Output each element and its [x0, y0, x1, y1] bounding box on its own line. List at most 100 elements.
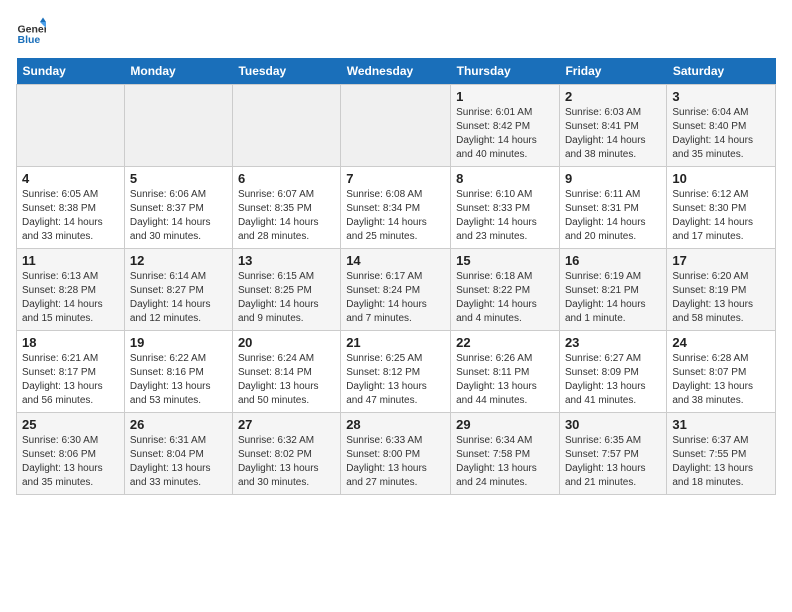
- day-info: Sunrise: 6:11 AM Sunset: 8:31 PM Dayligh…: [565, 188, 661, 244]
- calendar-cell: 15 Sunrise: 6:18 AM Sunset: 8:22 PM Dayli…: [451, 249, 560, 331]
- day-number: 4: [22, 171, 119, 186]
- calendar-cell: 7 Sunrise: 6:08 AM Sunset: 8:34 PM Daylig…: [341, 167, 451, 249]
- day-number: 23: [565, 335, 661, 350]
- day-info: Sunrise: 6:18 AM Sunset: 8:22 PM Dayligh…: [456, 270, 554, 326]
- calendar-cell: 3 Sunrise: 6:04 AM Sunset: 8:40 PM Daylig…: [667, 85, 776, 167]
- calendar-cell: 25 Sunrise: 6:30 AM Sunset: 8:06 PM Dayli…: [17, 413, 125, 495]
- day-info: Sunrise: 6:37 AM Sunset: 7:55 PM Dayligh…: [672, 434, 770, 490]
- day-info: Sunrise: 6:28 AM Sunset: 8:07 PM Dayligh…: [672, 352, 770, 408]
- calendar-cell: 31 Sunrise: 6:37 AM Sunset: 7:55 PM Dayli…: [667, 413, 776, 495]
- day-info: Sunrise: 6:14 AM Sunset: 8:27 PM Dayligh…: [130, 270, 227, 326]
- day-info: Sunrise: 6:34 AM Sunset: 7:58 PM Dayligh…: [456, 434, 554, 490]
- col-header-sunday: Sunday: [17, 58, 125, 85]
- day-info: Sunrise: 6:04 AM Sunset: 8:40 PM Dayligh…: [672, 106, 770, 162]
- day-number: 3: [672, 89, 770, 104]
- calendar-cell: 19Sunrise: 6:22 AM Sunset: 8:16 PM Dayli…: [124, 331, 232, 413]
- day-number: 13: [238, 253, 335, 268]
- day-number: 5: [130, 171, 227, 186]
- day-number: 2: [565, 89, 661, 104]
- day-info: Sunrise: 6:26 AM Sunset: 8:11 PM Dayligh…: [456, 352, 554, 408]
- logo: General Blue: [16, 16, 50, 46]
- day-number: 20: [238, 335, 335, 350]
- calendar-cell: 23 Sunrise: 6:27 AM Sunset: 8:09 PM Dayli…: [559, 331, 666, 413]
- day-number: 30: [565, 417, 661, 432]
- calendar-cell: 30 Sunrise: 6:35 AM Sunset: 7:57 PM Dayli…: [559, 413, 666, 495]
- day-number: 12: [130, 253, 227, 268]
- day-info: Sunrise: 6:06 AM Sunset: 8:37 PM Dayligh…: [130, 188, 227, 244]
- day-number: 10: [672, 171, 770, 186]
- day-number: 21: [346, 335, 445, 350]
- calendar-cell: 4 Sunrise: 6:05 AM Sunset: 8:38 PM Daylig…: [17, 167, 125, 249]
- calendar-cell: 11 Sunrise: 6:13 AM Sunset: 8:28 PM Dayli…: [17, 249, 125, 331]
- day-info: Sunrise: 6:10 AM Sunset: 8:33 PM Dayligh…: [456, 188, 554, 244]
- calendar-cell: 26 Sunrise: 6:31 AM Sunset: 8:04 PM Dayli…: [124, 413, 232, 495]
- day-number: 19: [130, 335, 227, 350]
- calendar-cell: [17, 85, 125, 167]
- day-number: 8: [456, 171, 554, 186]
- col-header-saturday: Saturday: [667, 58, 776, 85]
- day-info: Sunrise: 6:08 AM Sunset: 8:34 PM Dayligh…: [346, 188, 445, 244]
- day-number: 31: [672, 417, 770, 432]
- day-number: 27: [238, 417, 335, 432]
- day-info: Sunrise: 6:03 AM Sunset: 8:41 PM Dayligh…: [565, 106, 661, 162]
- calendar-cell: [341, 85, 451, 167]
- day-info: Sunrise: 6:32 AM Sunset: 8:02 PM Dayligh…: [238, 434, 335, 490]
- calendar-cell: 27 Sunrise: 6:32 AM Sunset: 8:02 PM Dayli…: [232, 413, 340, 495]
- day-info: Sunrise: 6:27 AM Sunset: 8:09 PM Dayligh…: [565, 352, 661, 408]
- day-info: Sunrise: 6:33 AM Sunset: 8:00 PM Dayligh…: [346, 434, 445, 490]
- day-info: Sunrise: 6:13 AM Sunset: 8:28 PM Dayligh…: [22, 270, 119, 326]
- day-number: 29: [456, 417, 554, 432]
- col-header-monday: Monday: [124, 58, 232, 85]
- calendar-cell: 18 Sunrise: 6:21 AM Sunset: 8:17 PM Dayli…: [17, 331, 125, 413]
- day-number: 22: [456, 335, 554, 350]
- calendar-cell: 29 Sunrise: 6:34 AM Sunset: 7:58 PM Dayli…: [451, 413, 560, 495]
- day-number: 24: [672, 335, 770, 350]
- page-header: General Blue: [16, 16, 776, 46]
- calendar-cell: 14 Sunrise: 6:17 AM Sunset: 8:24 PM Dayli…: [341, 249, 451, 331]
- calendar-cell: 13 Sunrise: 6:15 AM Sunset: 8:25 PM Dayli…: [232, 249, 340, 331]
- day-info: Sunrise: 6:19 AM Sunset: 8:21 PM Dayligh…: [565, 270, 661, 326]
- calendar-cell: [232, 85, 340, 167]
- svg-text:Blue: Blue: [18, 34, 41, 46]
- col-header-wednesday: Wednesday: [341, 58, 451, 85]
- day-number: 28: [346, 417, 445, 432]
- day-number: 15: [456, 253, 554, 268]
- day-info: Sunrise: 6:17 AM Sunset: 8:24 PM Dayligh…: [346, 270, 445, 326]
- day-info: Sunrise: 6:21 AM Sunset: 8:17 PM Dayligh…: [22, 352, 119, 408]
- day-number: 26: [130, 417, 227, 432]
- logo-icon: General Blue: [16, 16, 46, 46]
- day-number: 17: [672, 253, 770, 268]
- day-info: Sunrise: 6:31 AM Sunset: 8:04 PM Dayligh…: [130, 434, 227, 490]
- calendar-cell: 17 Sunrise: 6:20 AM Sunset: 8:19 PM Dayli…: [667, 249, 776, 331]
- day-info: Sunrise: 6:35 AM Sunset: 7:57 PM Dayligh…: [565, 434, 661, 490]
- day-number: 6: [238, 171, 335, 186]
- calendar-cell: 16 Sunrise: 6:19 AM Sunset: 8:21 PM Dayli…: [559, 249, 666, 331]
- calendar-cell: 24 Sunrise: 6:28 AM Sunset: 8:07 PM Dayli…: [667, 331, 776, 413]
- day-info: Sunrise: 6:20 AM Sunset: 8:19 PM Dayligh…: [672, 270, 770, 326]
- day-number: 7: [346, 171, 445, 186]
- day-number: 1: [456, 89, 554, 104]
- day-number: 16: [565, 253, 661, 268]
- day-info: Sunrise: 6:05 AM Sunset: 8:38 PM Dayligh…: [22, 188, 119, 244]
- calendar-cell: 10Sunrise: 6:12 AM Sunset: 8:30 PM Dayli…: [667, 167, 776, 249]
- day-info: Sunrise: 6:25 AM Sunset: 8:12 PM Dayligh…: [346, 352, 445, 408]
- calendar-cell: 22 Sunrise: 6:26 AM Sunset: 8:11 PM Dayli…: [451, 331, 560, 413]
- day-info: Sunrise: 6:24 AM Sunset: 8:14 PM Dayligh…: [238, 352, 335, 408]
- day-info: Sunrise: 6:07 AM Sunset: 8:35 PM Dayligh…: [238, 188, 335, 244]
- day-info: Sunrise: 6:30 AM Sunset: 8:06 PM Dayligh…: [22, 434, 119, 490]
- day-info: Sunrise: 6:15 AM Sunset: 8:25 PM Dayligh…: [238, 270, 335, 326]
- calendar-cell: 9Sunrise: 6:11 AM Sunset: 8:31 PM Daylig…: [559, 167, 666, 249]
- col-header-friday: Friday: [559, 58, 666, 85]
- day-number: 11: [22, 253, 119, 268]
- calendar-cell: 2 Sunrise: 6:03 AM Sunset: 8:41 PM Daylig…: [559, 85, 666, 167]
- col-header-thursday: Thursday: [451, 58, 560, 85]
- calendar-cell: 6 Sunrise: 6:07 AM Sunset: 8:35 PM Daylig…: [232, 167, 340, 249]
- day-number: 18: [22, 335, 119, 350]
- day-number: 14: [346, 253, 445, 268]
- calendar-cell: 12 Sunrise: 6:14 AM Sunset: 8:27 PM Dayli…: [124, 249, 232, 331]
- calendar-cell: 20 Sunrise: 6:24 AM Sunset: 8:14 PM Dayli…: [232, 331, 340, 413]
- calendar-cell: 5 Sunrise: 6:06 AM Sunset: 8:37 PM Daylig…: [124, 167, 232, 249]
- calendar-cell: 8 Sunrise: 6:10 AM Sunset: 8:33 PM Daylig…: [451, 167, 560, 249]
- day-number: 25: [22, 417, 119, 432]
- calendar-cell: [124, 85, 232, 167]
